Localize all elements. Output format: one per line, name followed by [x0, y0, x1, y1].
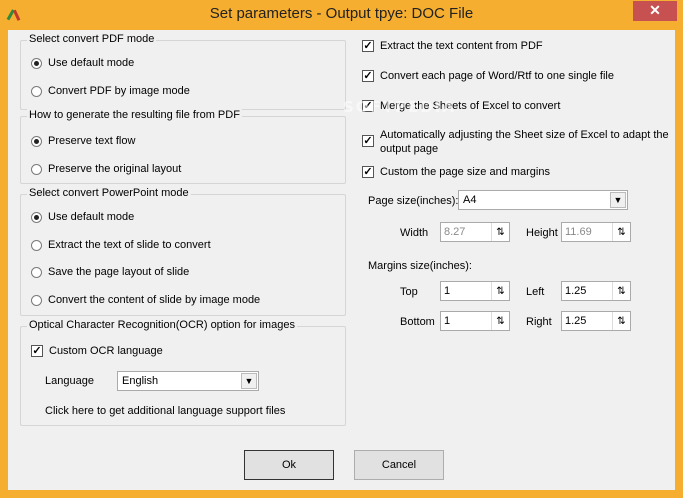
spin-arrows-icon[interactable]: ⇅ [612, 223, 630, 241]
checkbox-custom-page[interactable]: ✓ Custom the page size and margins [362, 166, 550, 178]
checkbox-label: Automatically adjusting the Sheet size o… [380, 128, 669, 156]
radio-button[interactable] [31, 163, 42, 175]
language-value: English [122, 375, 159, 387]
radio-ppt-image[interactable]: Convert the content of slide by image mo… [31, 294, 260, 306]
window-title: Set parameters - Output tpye: DOC File [209, 5, 474, 22]
generate-group: How to generate the resulting file from … [20, 109, 346, 184]
close-icon: ✕ [649, 2, 661, 18]
radio-button[interactable] [31, 85, 42, 97]
radio-label: Save the page layout of slide [48, 266, 190, 278]
pdf-mode-group-title: Select convert PDF mode [27, 33, 157, 45]
height-stepper[interactable]: 11.69 ⇅ [561, 222, 631, 242]
chevron-down-icon[interactable]: ▼ [241, 373, 257, 389]
radio-pdf-image[interactable]: Convert PDF by image mode [31, 85, 190, 97]
top-value[interactable]: 1 [441, 285, 491, 297]
right-label: Right [526, 316, 552, 328]
top-label: Top [400, 286, 418, 298]
radio-label: Convert PDF by image mode [48, 85, 190, 97]
left-label: Left [526, 286, 545, 298]
page-size-select[interactable]: A4 ▼ [458, 190, 628, 210]
radio-ppt-default[interactable]: Use default mode [31, 211, 134, 223]
spin-arrows-icon[interactable]: ⇅ [612, 312, 630, 330]
radio-pdf-default[interactable]: Use default mode [31, 57, 134, 69]
generate-group-title: How to generate the resulting file from … [27, 109, 242, 121]
auto-adjust-line1: Automatically adjusting the Sheet size o… [380, 129, 669, 141]
language-select[interactable]: English ▼ [117, 371, 259, 391]
right-value[interactable]: 1.25 [562, 315, 612, 327]
check-icon[interactable]: ✓ [362, 40, 374, 52]
margins-label: Margins size(inches): [368, 260, 472, 272]
radio-button[interactable] [31, 294, 42, 306]
spin-arrows-icon[interactable]: ⇅ [491, 223, 509, 241]
language-support-link[interactable]: Click here to get additional language su… [45, 405, 285, 417]
page-size-label: Page size(inches): [368, 195, 459, 207]
right-stepper[interactable]: 1.25 ⇅ [561, 311, 631, 331]
checkbox-convert-each-page[interactable]: ✓ Convert each page of Word/Rtf to one s… [362, 70, 614, 82]
page-size-value: A4 [463, 194, 477, 206]
pdf-mode-group: Select convert PDF mode Use default mode… [20, 33, 346, 110]
dialog-client-area: Select convert PDF mode Use default mode… [8, 30, 675, 490]
left-value[interactable]: 1.25 [562, 285, 612, 297]
close-button[interactable]: ✕ [633, 1, 677, 21]
radio-label: Preserve the original layout [48, 163, 182, 175]
ppt-mode-group-title: Select convert PowerPoint mode [27, 187, 191, 199]
ocr-group: Optical Character Recognition(OCR) optio… [20, 319, 346, 426]
radio-label: Use default mode [48, 211, 135, 223]
ocr-group-title: Optical Character Recognition(OCR) optio… [27, 319, 297, 331]
checkbox-label: Custom the page size and margins [380, 166, 550, 178]
radio-label: Extract the text of slide to convert [48, 239, 211, 251]
radio-button[interactable] [31, 57, 42, 69]
check-icon[interactable]: ✓ [31, 345, 43, 357]
height-label: Height [526, 227, 558, 239]
checkbox-extract-text[interactable]: ✓ Extract the text content from PDF [362, 40, 543, 52]
ok-button[interactable]: Ok [244, 450, 334, 480]
checkbox-custom-ocr[interactable]: ✓ Custom OCR language [31, 345, 163, 357]
language-label: Language [45, 375, 94, 387]
check-icon[interactable]: ✓ [362, 135, 374, 147]
radio-button[interactable] [31, 135, 42, 147]
left-stepper[interactable]: 1.25 ⇅ [561, 281, 631, 301]
height-value[interactable]: 11.69 [562, 226, 612, 238]
spin-arrows-icon[interactable]: ⇅ [491, 282, 509, 300]
title-bar: Set parameters - Output tpye: DOC File ✕ [0, 0, 683, 30]
radio-button[interactable] [31, 266, 42, 278]
softpedia-watermark: SOFTPEDIA [343, 98, 456, 116]
checkbox-label: Convert each page of Word/Rtf to one sin… [380, 70, 614, 82]
bottom-label: Bottom [400, 316, 435, 328]
radio-preserve-layout[interactable]: Preserve the original layout [31, 163, 181, 175]
check-icon[interactable]: ✓ [362, 166, 374, 178]
bottom-stepper[interactable]: 1 ⇅ [440, 311, 510, 331]
spin-arrows-icon[interactable]: ⇅ [491, 312, 509, 330]
radio-ppt-extract-text[interactable]: Extract the text of slide to convert [31, 239, 211, 251]
radio-button[interactable] [31, 211, 42, 223]
check-icon[interactable]: ✓ [362, 70, 374, 82]
cancel-button[interactable]: Cancel [354, 450, 444, 480]
width-value[interactable]: 8.27 [441, 226, 491, 238]
checkbox-label: Extract the text content from PDF [380, 40, 543, 52]
radio-preserve-text-flow[interactable]: Preserve text flow [31, 135, 135, 147]
ppt-mode-group: Select convert PowerPoint mode Use defau… [20, 187, 346, 316]
checkbox-label: Custom OCR language [49, 345, 163, 357]
spin-arrows-icon[interactable]: ⇅ [612, 282, 630, 300]
radio-label: Preserve text flow [48, 135, 136, 147]
auto-adjust-line2: output page [380, 143, 439, 155]
width-stepper[interactable]: 8.27 ⇅ [440, 222, 510, 242]
top-stepper[interactable]: 1 ⇅ [440, 281, 510, 301]
chevron-down-icon[interactable]: ▼ [610, 192, 626, 208]
radio-ppt-save-layout[interactable]: Save the page layout of slide [31, 266, 189, 278]
radio-label: Use default mode [48, 57, 135, 69]
width-label: Width [400, 227, 429, 239]
radio-button[interactable] [31, 239, 42, 251]
radio-label: Convert the content of slide by image mo… [48, 294, 261, 306]
checkbox-auto-adjust[interactable]: ✓ Automatically adjusting the Sheet size… [362, 128, 669, 156]
bottom-value[interactable]: 1 [441, 315, 491, 327]
